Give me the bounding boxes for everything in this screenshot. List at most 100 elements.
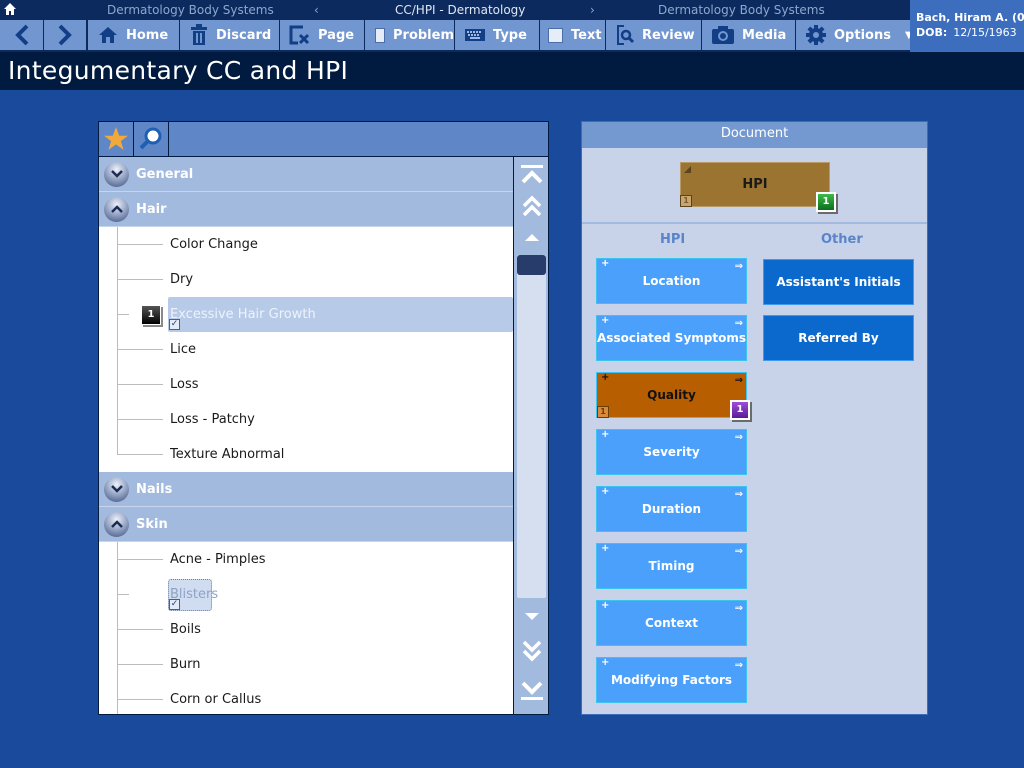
- scroll-thumb[interactable]: [517, 255, 546, 275]
- hpi-severity-button[interactable]: + ⇒ Severity: [596, 429, 747, 475]
- list-item[interactable]: Boils: [99, 612, 513, 647]
- check-icon[interactable]: ✓: [169, 599, 180, 610]
- home-icon: [99, 27, 117, 43]
- hpi-associated-symptoms-button[interactable]: + ⇒ Associated Symptoms: [596, 315, 747, 361]
- list-item[interactable]: Loss: [99, 367, 513, 402]
- media-button[interactable]: Media: [702, 20, 796, 50]
- search-tab[interactable]: [134, 122, 169, 156]
- plus-icon: +: [601, 315, 610, 326]
- page-up-button[interactable]: [514, 191, 548, 221]
- scroll-bottom-button[interactable]: [514, 674, 548, 704]
- hpi-duration-button[interactable]: + ⇒ Duration: [596, 486, 747, 532]
- double-chevron-up-icon: [522, 195, 541, 217]
- top-bar: Dermatology Body Systems ‹ CC/HPI - Derm…: [0, 0, 913, 52]
- toolbar: Home Discard Page Problem Type Text Revi…: [0, 20, 913, 50]
- review-button[interactable]: Review: [606, 20, 702, 50]
- media-label: Media: [742, 27, 787, 43]
- list-item[interactable]: Dry: [99, 262, 513, 297]
- forward-button[interactable]: [44, 20, 88, 50]
- triangle-down-icon: [524, 613, 539, 620]
- hpi-location-button[interactable]: + ⇒ Location: [596, 258, 747, 304]
- home-button[interactable]: Home: [88, 20, 180, 50]
- arrow-right-icon: ⇒: [734, 375, 743, 386]
- plus-icon: +: [601, 429, 610, 440]
- plus-icon: +: [601, 600, 610, 611]
- star-icon: [104, 127, 128, 150]
- problem-button[interactable]: Problem: [365, 20, 455, 50]
- arrow-right-icon: ⇒: [734, 318, 743, 329]
- favorites-tab[interactable]: [99, 122, 134, 156]
- checkbox-icon: [375, 27, 385, 43]
- hpi-quality-button[interactable]: + ⇒ Quality 1: [596, 372, 747, 418]
- hpi-timing-button[interactable]: + ⇒ Timing: [596, 543, 747, 589]
- list-item-focused[interactable]: Blisters ✓: [99, 577, 513, 612]
- document-header: Document: [582, 122, 927, 148]
- arrow-right-icon: ⇒: [734, 603, 743, 614]
- assistants-initials-button[interactable]: Assistant's Initials: [763, 259, 914, 305]
- dob-label: DOB:: [916, 26, 948, 39]
- list-item[interactable]: Lice: [99, 332, 513, 367]
- section-nails[interactable]: Nails: [99, 472, 513, 507]
- list-item[interactable]: Loss - Patchy: [99, 402, 513, 437]
- check-icon[interactable]: ✓: [169, 319, 180, 330]
- tree-scrollbar[interactable]: [513, 157, 548, 714]
- options-button[interactable]: Options ▼: [796, 20, 913, 50]
- hpi-modifying-factors-button[interactable]: + ⇒ Modifying Factors: [596, 657, 747, 703]
- page-down-button[interactable]: [514, 636, 548, 666]
- hpi-document-block[interactable]: HPI 1: [680, 162, 830, 207]
- breadcrumb-previous-section[interactable]: Dermatology Body Systems: [107, 3, 274, 17]
- scroll-track[interactable]: [517, 255, 546, 598]
- corner-triangle-icon: [684, 166, 691, 173]
- list-item[interactable]: Color Change: [99, 227, 513, 262]
- hpi-context-button[interactable]: + ⇒ Context: [596, 600, 747, 646]
- patient-name: Bach, Hiram A. (0...: [916, 11, 1024, 24]
- referred-by-button[interactable]: Referred By: [763, 315, 914, 361]
- arrow-right-icon: ⇒: [734, 660, 743, 671]
- breadcrumb-next-arrow[interactable]: ›: [590, 3, 595, 17]
- list-item[interactable]: Texture Abnormal: [99, 437, 513, 472]
- trash-icon: [191, 24, 207, 45]
- discard-button[interactable]: Discard: [180, 20, 280, 50]
- back-button[interactable]: [0, 20, 44, 50]
- complaint-tree: General Hair Color Change Dry 1 Excessiv…: [99, 157, 513, 714]
- section-hair[interactable]: Hair: [99, 192, 513, 227]
- section-skin[interactable]: Skin: [99, 507, 513, 542]
- breadcrumb-next-section[interactable]: Dermatology Body Systems: [658, 3, 825, 17]
- arrow-right-icon: ⇒: [734, 261, 743, 272]
- tree-panel-tabs: [99, 122, 548, 157]
- text-button[interactable]: Text: [540, 20, 606, 50]
- text-label: Text: [571, 27, 602, 43]
- list-item[interactable]: Corn or Callus: [99, 682, 513, 714]
- collapse-icon: [104, 196, 129, 222]
- page-close-icon: [289, 25, 310, 45]
- list-item-selected[interactable]: 1 Excessive Hair Growth ✓: [99, 297, 513, 332]
- list-item[interactable]: Burn: [99, 647, 513, 682]
- page-button[interactable]: Page: [280, 20, 365, 50]
- plus-icon: +: [601, 657, 610, 668]
- scroll-down-button[interactable]: [514, 602, 548, 632]
- keyboard-icon: [465, 29, 485, 41]
- section-label: Skin: [136, 516, 168, 532]
- section-general[interactable]: General: [99, 157, 513, 192]
- skin-items: Acne - Pimples Blisters ✓ Boils Burn Cor…: [99, 542, 513, 714]
- scroll-up-button[interactable]: [514, 222, 548, 252]
- count-badge: 1: [730, 400, 750, 420]
- list-item[interactable]: Acne - Pimples: [99, 542, 513, 577]
- checkbox-icon: [548, 27, 563, 43]
- options-label: Options: [834, 27, 891, 43]
- triangle-up-icon: [524, 234, 539, 241]
- page-number-box: 1: [597, 406, 609, 418]
- document-panel: Document HPI 1 1 HPI Other + ⇒ Location …: [581, 121, 928, 715]
- plus-icon: +: [601, 543, 610, 554]
- patient-banner[interactable]: Bach, Hiram A. (0... DOB: 12/15/1963: [910, 0, 1024, 52]
- complaint-tree-panel: General Hair Color Change Dry 1 Excessiv…: [98, 121, 549, 715]
- expand-icon: [104, 476, 129, 502]
- home-icon[interactable]: [3, 2, 17, 16]
- type-button[interactable]: Type: [455, 20, 540, 50]
- breadcrumb-prev-arrow[interactable]: ‹: [314, 3, 319, 17]
- hpi-column-heading: HPI: [660, 232, 686, 247]
- document-area: HPI 1 1: [582, 148, 927, 224]
- page-title: Integumentary CC and HPI: [8, 56, 349, 85]
- expand-icon: [104, 161, 129, 187]
- scroll-top-button[interactable]: [514, 161, 548, 191]
